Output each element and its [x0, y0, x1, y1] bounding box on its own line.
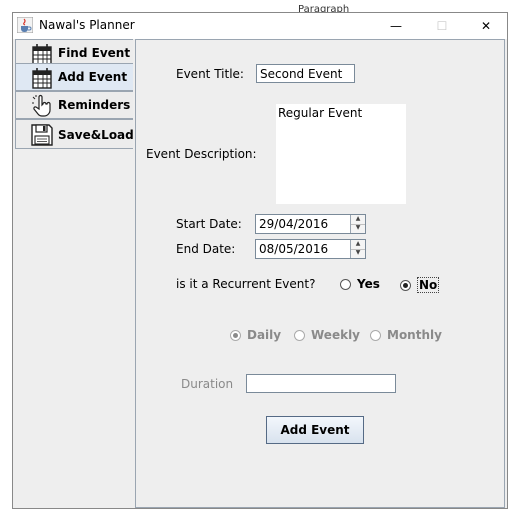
add-event-button[interactable]: Add Event	[266, 416, 364, 444]
frequency-monthly-radio[interactable]: Monthly	[370, 328, 442, 342]
start-date-value: 29/04/2016	[259, 217, 329, 231]
frequency-monthly-label: Monthly	[387, 328, 442, 342]
calendar-icon	[32, 68, 52, 89]
title-bar[interactable]: Nawal's Planner — ☐ ✕	[13, 13, 507, 39]
floppy-disk-icon	[31, 124, 53, 146]
tab-save-load[interactable]: Save&Load	[15, 119, 134, 149]
recurrent-no-label: No	[417, 277, 440, 293]
event-title-input[interactable]: Second Event	[256, 64, 355, 83]
add-event-panel: Event Title: Second Event Event Descript…	[135, 39, 505, 508]
window-title: Nawal's Planner	[39, 18, 135, 32]
recurrent-question-label: is it a Recurrent Event?	[176, 277, 316, 291]
recurrent-yes-label: Yes	[357, 277, 380, 291]
tab-find-event-label: Find Event	[58, 46, 131, 60]
frequency-weekly-label: Weekly	[311, 328, 361, 342]
frequency-daily-radio[interactable]: Daily	[230, 328, 281, 342]
event-description-label: Event Description:	[146, 147, 257, 161]
duration-input[interactable]	[246, 374, 396, 393]
radio-unchecked-icon	[294, 329, 305, 341]
java-cup-icon	[17, 17, 33, 33]
frequency-weekly-radio[interactable]: Weekly	[294, 328, 360, 342]
radio-checked-icon	[400, 279, 411, 291]
start-date-spinner[interactable]: 29/04/2016 ▲ ▼	[255, 214, 366, 234]
recurrent-no-radio[interactable]: No	[400, 277, 440, 293]
planner-window: Nawal's Planner — ☐ ✕ Find Event Add Eve…	[12, 12, 508, 509]
radio-unchecked-icon	[370, 329, 381, 341]
end-date-spinner[interactable]: 08/05/2016 ▲ ▼	[255, 239, 366, 259]
tab-add-event-label: Add Event	[58, 70, 128, 84]
end-date-value: 08/05/2016	[259, 242, 329, 256]
event-description-textarea[interactable]: Regular Event	[276, 104, 406, 204]
radio-checked-icon	[230, 329, 241, 341]
end-date-down-arrow-icon[interactable]: ▼	[351, 249, 365, 258]
minimize-button[interactable]: —	[373, 13, 419, 39]
start-date-label: Start Date:	[176, 217, 242, 231]
recurrent-yes-radio[interactable]: Yes	[340, 277, 380, 291]
end-date-label: End Date:	[176, 242, 236, 256]
start-date-down-arrow-icon[interactable]: ▼	[351, 224, 365, 233]
tab-reminders[interactable]: Reminders	[15, 91, 133, 119]
radio-unchecked-icon	[340, 278, 351, 290]
tab-reminders-label: Reminders	[58, 98, 131, 112]
maximize-button[interactable]: ☐	[419, 13, 465, 39]
hand-pointer-icon	[32, 94, 51, 117]
tab-save-load-label: Save&Load	[58, 128, 134, 142]
event-title-label: Event Title:	[176, 67, 244, 81]
duration-label: Duration	[181, 377, 234, 391]
close-button[interactable]: ✕	[463, 13, 508, 39]
client-area: Find Event Add Event Reminders Save&Load…	[13, 39, 507, 508]
frequency-daily-label: Daily	[247, 328, 282, 342]
tab-add-event[interactable]: Add Event	[15, 63, 133, 91]
tab-strip: Find Event Add Event Reminders Save&Load	[15, 39, 135, 508]
